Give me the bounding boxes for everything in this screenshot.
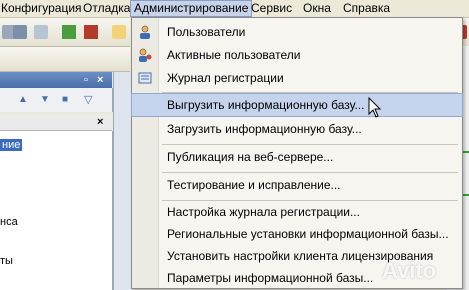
menu-item-import-infobase[interactable]: Загрузить информационную базу... — [132, 118, 462, 140]
menu-item-regional-settings[interactable]: Региональные установки информационной ба… — [132, 223, 462, 245]
menu-administrirovanie[interactable]: Администрирование — [129, 0, 253, 17]
administration-menu: Пользователи Активные пользователи Журна… — [131, 17, 463, 289]
menu-servis[interactable]: Сервис — [248, 1, 295, 16]
menu-item-export-infobase[interactable]: Выгрузить информационную базу... — [131, 93, 463, 117]
square-icon[interactable]: ■ — [62, 94, 68, 105]
journal-icon — [138, 72, 152, 84]
menu-item-journal[interactable]: Журнал регистрации — [132, 67, 462, 89]
user-icon — [140, 25, 150, 39]
panel-header: ▫ × — [0, 72, 112, 88]
tree-item[interactable]: ние — [0, 139, 23, 151]
separator — [162, 172, 458, 173]
menu-item-users[interactable]: Пользователи — [132, 21, 462, 43]
separator — [162, 92, 458, 93]
panel2-header: × — [0, 114, 112, 131]
active-users-icon — [139, 48, 152, 62]
watermark: Avito — [382, 258, 437, 283]
tree-item[interactable]: нса — [0, 216, 18, 228]
print-icon[interactable] — [13, 25, 27, 39]
toolbar — [0, 18, 130, 47]
tree-item[interactable]: ты — [0, 255, 13, 267]
filter-icon[interactable]: ▽ — [84, 93, 92, 106]
menu-otladka[interactable]: Отладка — [80, 1, 133, 16]
menu-okna[interactable]: Окна — [300, 1, 334, 16]
close-icon[interactable]: × — [97, 74, 103, 86]
right-strip — [113, 72, 133, 290]
down-arrow-icon[interactable]: ▼ — [40, 94, 50, 105]
menu-spravka[interactable]: Справка — [340, 1, 393, 16]
separator — [162, 144, 458, 145]
secondary-toolbar — [0, 47, 130, 72]
close-icon[interactable]: × — [97, 116, 103, 128]
menu-item-web-publish[interactable]: Публикация на веб-сервере... — [132, 146, 462, 168]
tree-panel: ние нса ты — [0, 131, 113, 290]
panel-toolbar: ▲ ▼ ■ ▽ — [0, 88, 113, 112]
mouse-cursor-icon — [368, 97, 382, 118]
redo-icon[interactable] — [84, 25, 98, 39]
pin-icon[interactable]: ▫ — [84, 74, 88, 86]
menu-bar: Конфигурация Отладка Администрирование С… — [0, 0, 469, 18]
menu-item-active-users[interactable]: Активные пользователи — [132, 44, 462, 66]
open-folder-icon[interactable] — [112, 25, 126, 39]
up-arrow-icon[interactable]: ▲ — [18, 94, 28, 105]
menu-item-testing[interactable]: Тестирование и исправление... — [132, 174, 462, 196]
undo-icon[interactable] — [62, 25, 76, 39]
menu-item-journal-settings[interactable]: Настройка журнала регистрации... — [132, 201, 462, 223]
menu-konfiguratsiya[interactable]: Конфигурация — [0, 1, 85, 16]
preview-icon[interactable] — [34, 25, 48, 39]
